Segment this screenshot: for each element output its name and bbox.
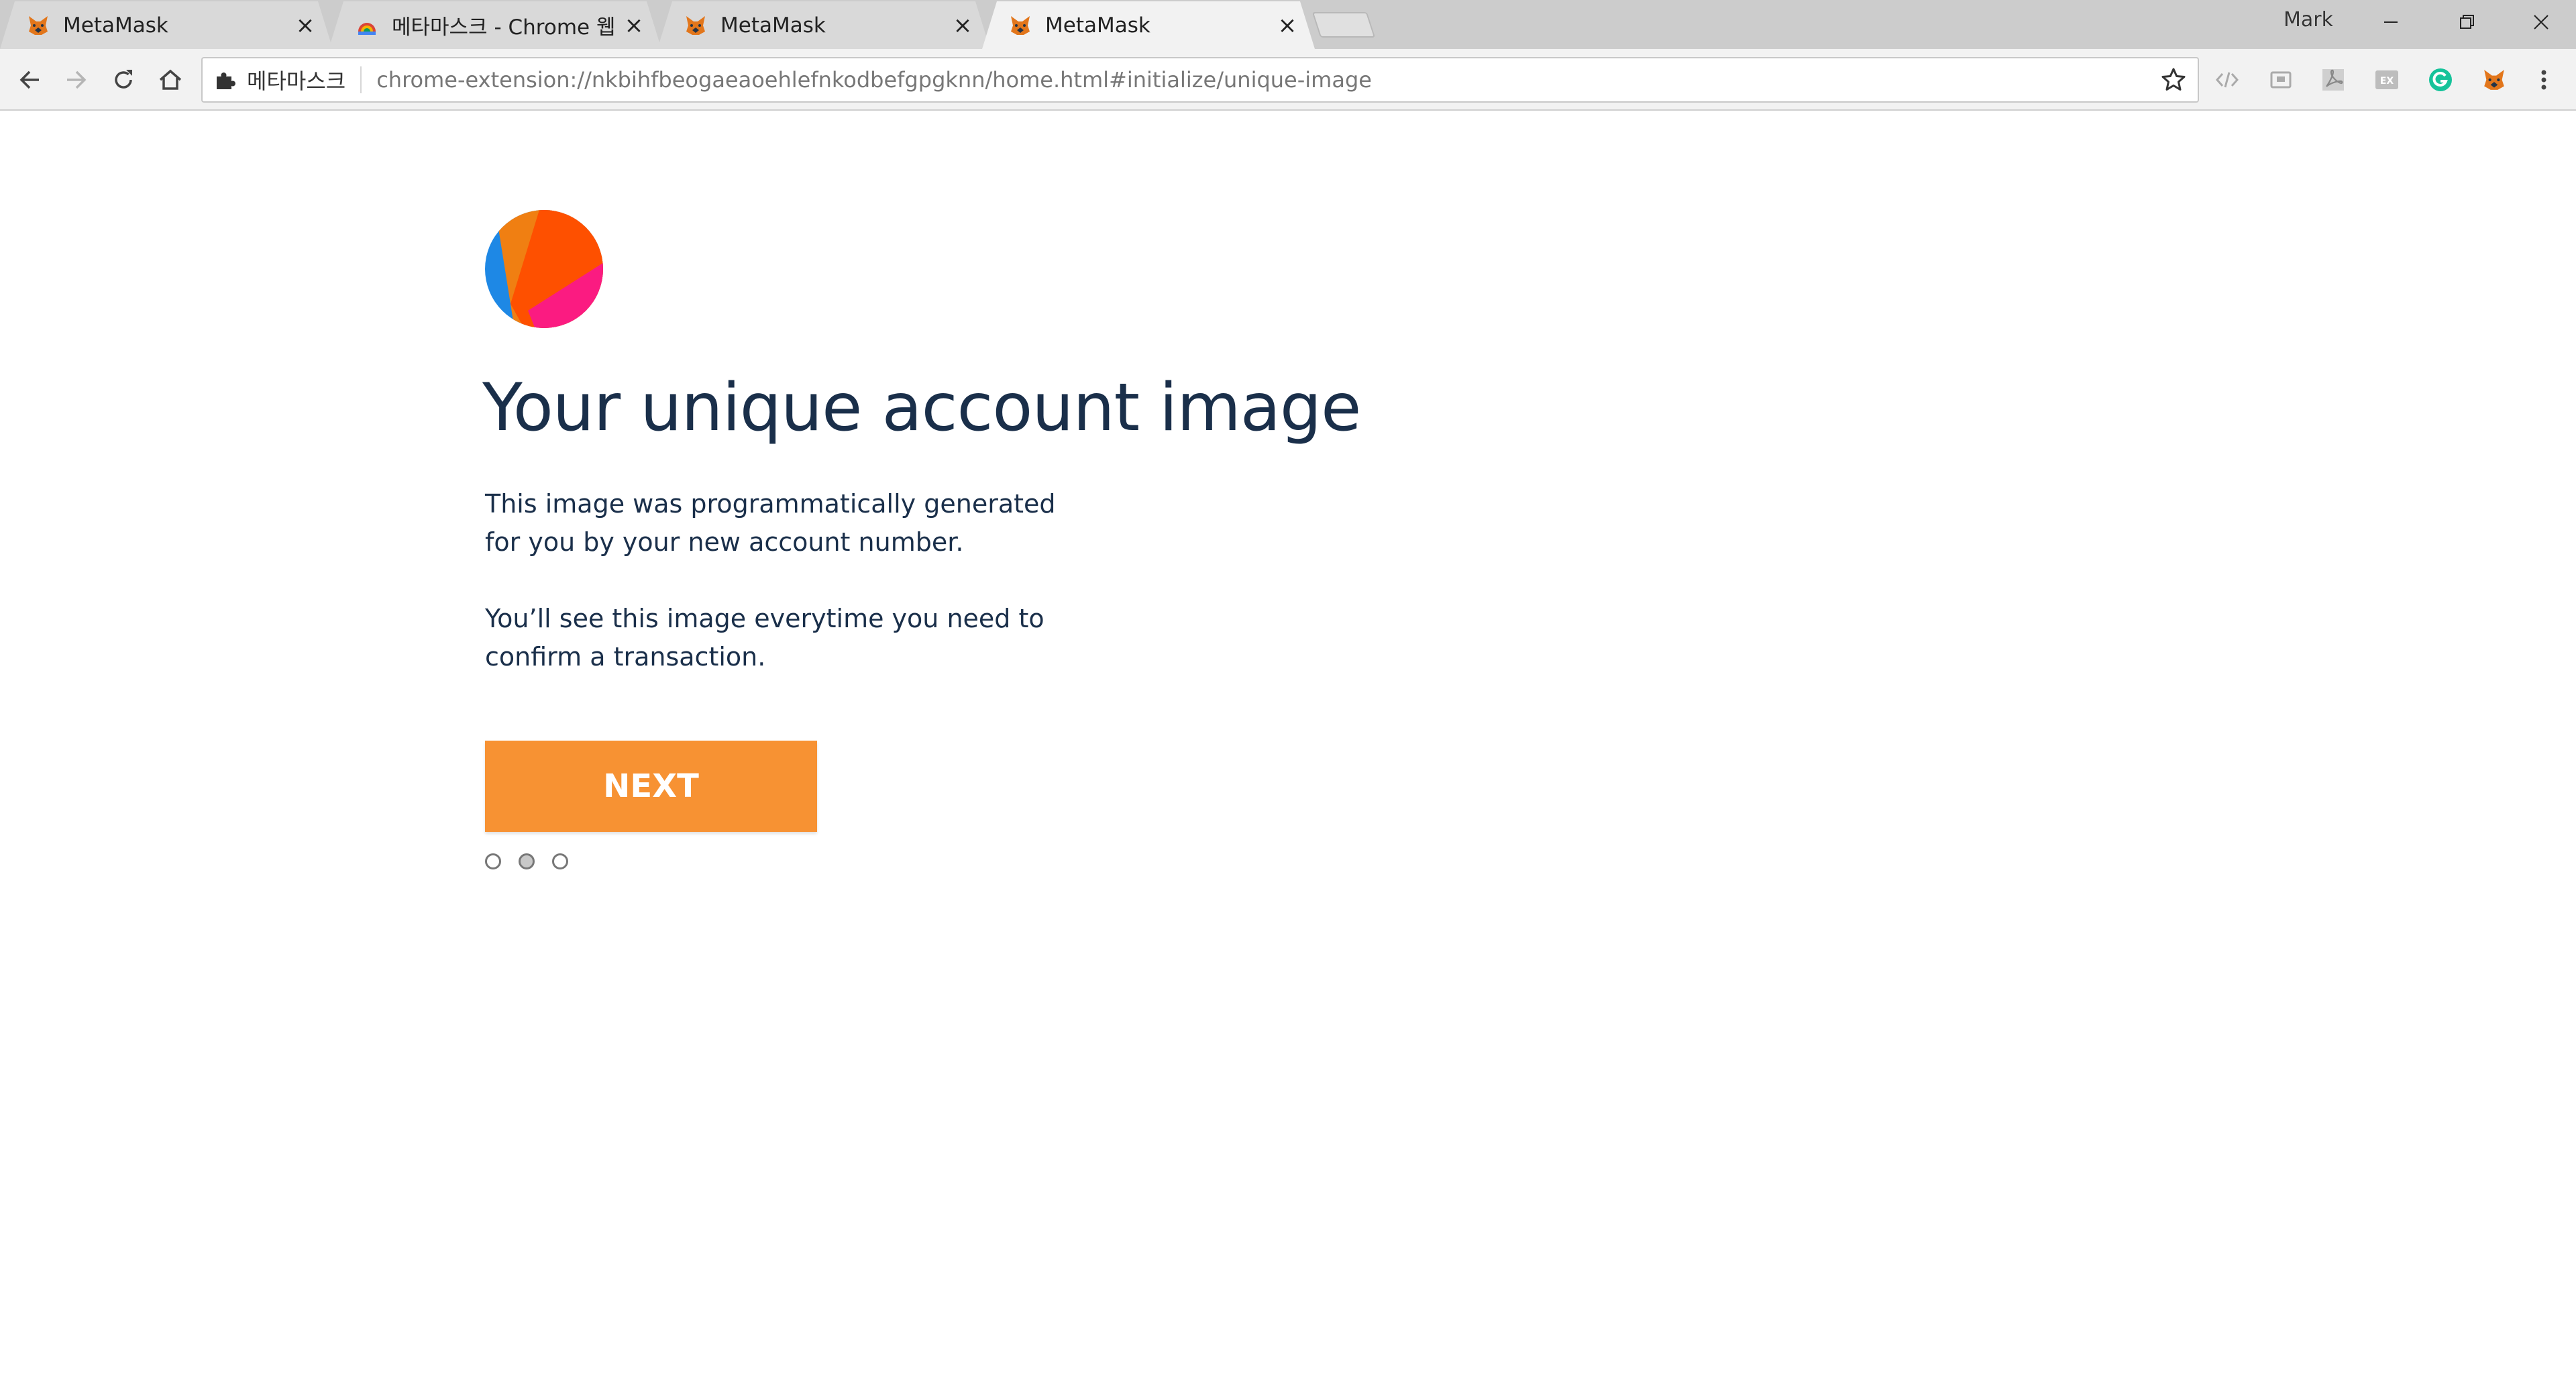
- description-line: You’ll see this image everytime you need…: [485, 604, 1044, 633]
- menu-dots-icon[interactable]: [2529, 65, 2559, 95]
- step-dot: [552, 853, 568, 869]
- profile-name[interactable]: Mark: [2284, 8, 2333, 32]
- description-line: for you by your new account number.: [485, 527, 964, 557]
- url-text[interactable]: chrome-extension://nkbihfbeogaeaoehlefnk…: [376, 67, 2159, 93]
- browser-toolbar: 메타마스크 chrome-extension://nkbihfbeogaeaoe…: [0, 49, 2576, 111]
- tab-title: MetaMask: [720, 13, 826, 38]
- forward-arrow-icon[interactable]: [59, 62, 94, 97]
- tab-metamask-2[interactable]: MetaMask ×: [657, 1, 990, 49]
- close-icon[interactable]: ×: [1276, 14, 1299, 37]
- svg-text:EX: EX: [2380, 76, 2394, 87]
- description-paragraph: You’ll see this image everytime you need…: [485, 600, 1089, 676]
- omnibox-divider: [360, 66, 362, 93]
- description-paragraph: This image was programmatically generate…: [485, 485, 1089, 562]
- minimize-icon[interactable]: [2371, 5, 2411, 39]
- metamask-fox-icon: [684, 14, 707, 37]
- description-line: This image was programmatically generate…: [485, 489, 1056, 519]
- site-label: 메타마스크: [247, 68, 346, 94]
- puzzle-piece-icon: [213, 68, 237, 92]
- account-identicon: [485, 210, 603, 328]
- tab-title: 메타마스크 - Chrome 웹: [392, 15, 616, 40]
- page-title: Your unique account image: [482, 370, 1361, 446]
- metamask-fox-icon: [27, 14, 50, 37]
- acrobat-icon[interactable]: [2318, 65, 2348, 95]
- next-button[interactable]: NEXT: [485, 741, 817, 832]
- window-close-icon[interactable]: [2521, 5, 2561, 39]
- tab-strip: MetaMask × 메타마스크 - Chrome 웹 × MetaMask ×…: [0, 0, 2576, 49]
- home-icon[interactable]: [153, 62, 188, 97]
- tab-metamask-1[interactable]: MetaMask ×: [0, 1, 333, 49]
- back-arrow-icon[interactable]: [12, 62, 47, 97]
- close-icon[interactable]: ×: [951, 14, 974, 37]
- new-tab-button[interactable]: [1311, 12, 1376, 38]
- address-bar[interactable]: 메타마스크 chrome-extension://nkbihfbeogaeaoe…: [201, 57, 2199, 103]
- tab-title: MetaMask: [1045, 13, 1150, 38]
- metamask-fox-icon: [1009, 14, 1032, 37]
- code-icon[interactable]: [2212, 65, 2242, 95]
- restore-icon[interactable]: [2447, 5, 2487, 39]
- tab-chrome-web-store[interactable]: 메타마스크 - Chrome 웹 ×: [329, 1, 661, 49]
- step-dot: [485, 853, 501, 869]
- ex-extension-icon[interactable]: EX: [2372, 65, 2402, 95]
- tab-title: MetaMask: [63, 13, 168, 38]
- step-indicator: [485, 853, 1360, 869]
- close-icon[interactable]: ×: [623, 14, 645, 37]
- metamask-fox-icon[interactable]: [2479, 65, 2509, 95]
- close-icon[interactable]: ×: [294, 14, 317, 37]
- unique-image-screen: Your unique account image This image was…: [482, 210, 1361, 869]
- cast-icon[interactable]: [2266, 65, 2296, 95]
- bookmark-star-icon[interactable]: [2159, 65, 2188, 95]
- chrome-web-store-icon: [356, 14, 378, 37]
- description-line: confirm a transaction.: [485, 642, 766, 672]
- tab-metamask-active[interactable]: MetaMask ×: [982, 1, 1315, 49]
- grammarly-icon[interactable]: [2426, 65, 2455, 95]
- reload-icon[interactable]: [106, 62, 141, 97]
- step-dot: [519, 853, 535, 869]
